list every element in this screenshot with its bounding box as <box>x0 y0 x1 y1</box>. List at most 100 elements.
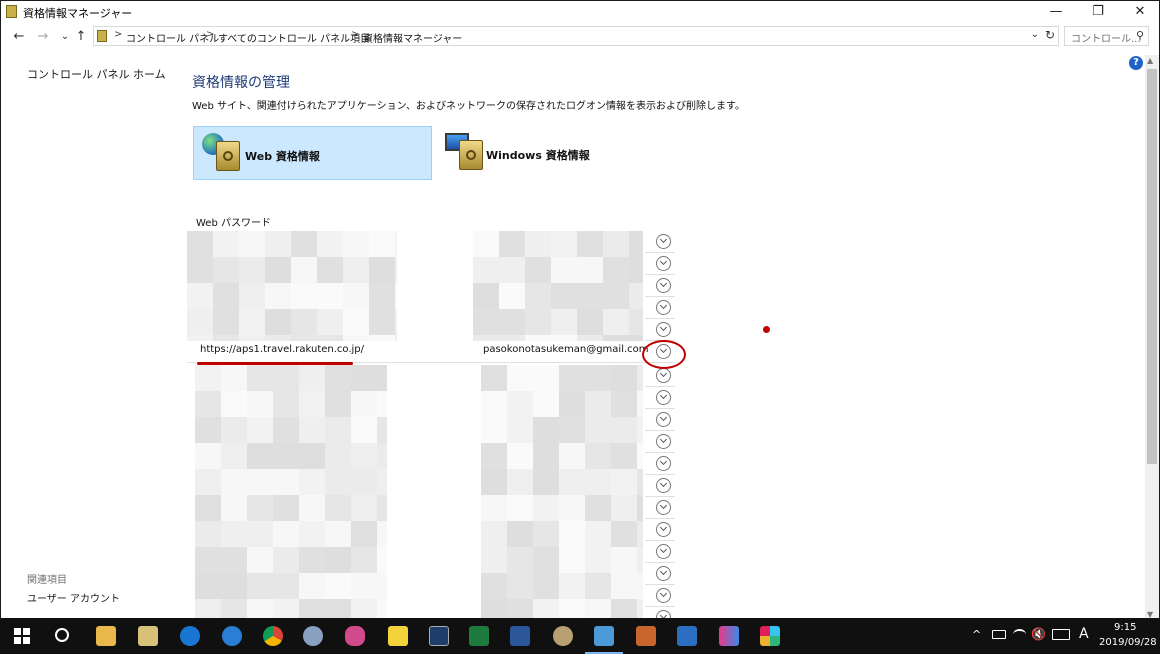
vertical-scrollbar[interactable]: ▲ ▼ <box>1145 55 1159 620</box>
clock-time[interactable]: 9:15 <box>1114 622 1136 633</box>
battery-icon[interactable] <box>992 630 1006 639</box>
toolbox-app-icon[interactable] <box>636 626 656 646</box>
tile-web-credentials[interactable]: Web 資格情報 <box>193 126 432 180</box>
word-icon[interactable] <box>510 626 530 646</box>
recent-locations-button[interactable]: ⌄ <box>57 28 73 46</box>
minimize-button[interactable]: — <box>1039 1 1073 23</box>
chrome-icon[interactable] <box>263 626 283 646</box>
keyboard-icon[interactable] <box>1052 629 1070 640</box>
credential-row[interactable] <box>187 519 675 541</box>
credential-row[interactable] <box>187 319 675 341</box>
section-title: Web パスワード <box>196 218 271 229</box>
web-vault-icon <box>216 141 240 171</box>
breadcrumb-separator: > <box>206 29 215 40</box>
credential-url: https://aps1.travel.rakuten.co.jp/ <box>200 344 365 355</box>
credential-row[interactable] <box>187 253 675 275</box>
slack-icon[interactable] <box>760 626 780 646</box>
expand-chevron-icon[interactable] <box>656 566 671 581</box>
expand-chevron-icon[interactable] <box>656 322 671 337</box>
breadcrumb-separator: > <box>114 29 123 40</box>
expand-chevron-icon[interactable] <box>656 412 671 427</box>
volume-icon[interactable]: 🔇 <box>1031 627 1046 641</box>
search-icon[interactable]: ⚲ <box>1136 29 1144 42</box>
web-password-list: https://aps1.travel.rakuten.co.jp/ pasok… <box>187 231 675 623</box>
credential-row[interactable] <box>187 563 675 585</box>
breadcrumb-separator: > <box>351 29 360 40</box>
taskbar: ^ 🔇 A 9:15 2019/09/28 <box>0 618 1160 654</box>
restore-button[interactable]: ❐ <box>1081 1 1115 23</box>
forward-button[interactable]: → <box>35 28 51 46</box>
credential-row[interactable] <box>187 297 675 319</box>
address-bar[interactable]: > コントロール パネル > すべてのコントロール パネル項目 > 資格情報マネ… <box>93 26 1059 46</box>
wifi-icon[interactable] <box>1013 629 1026 640</box>
credential-row[interactable] <box>187 585 675 607</box>
ime-indicator[interactable]: A <box>1079 626 1089 642</box>
breadcrumb-all-items[interactable]: すべてのコントロール パネル項目 <box>218 30 370 45</box>
scroll-up-icon[interactable]: ▲ <box>1147 56 1153 65</box>
up-button[interactable]: ↑ <box>73 28 89 46</box>
internet-explorer-icon[interactable] <box>222 626 242 646</box>
back-button[interactable]: ← <box>11 28 27 46</box>
expand-chevron-icon[interactable] <box>656 278 671 293</box>
windows-vault-icon <box>459 140 483 170</box>
credential-row-highlighted[interactable]: https://aps1.travel.rakuten.co.jp/ pasok… <box>187 341 675 363</box>
page-description: Web サイト、関連付けられたアプリケーション、およびネットワークの保存されたロ… <box>192 101 745 112</box>
annotation-underline <box>197 362 353 365</box>
credential-user: pasokonotasukeman@gmail.com <box>483 344 649 355</box>
annotation-dot <box>763 326 770 333</box>
windows-start-icon[interactable] <box>14 628 30 644</box>
expand-chevron-icon[interactable] <box>656 544 671 559</box>
mail-app-icon[interactable] <box>138 626 158 646</box>
title-bar: 資格情報マネージャー — ❐ ✕ <box>1 1 1159 23</box>
credential-row[interactable] <box>187 541 675 563</box>
expand-chevron-icon[interactable] <box>656 300 671 315</box>
tray-overflow-icon[interactable]: ^ <box>972 628 981 641</box>
search-box[interactable]: コントロール... ⚲ <box>1064 26 1149 46</box>
paint-app-icon[interactable] <box>345 626 365 646</box>
colorful-app-icon[interactable] <box>719 626 739 646</box>
file-explorer-icon[interactable] <box>96 626 116 646</box>
photo-app-icon[interactable] <box>553 626 573 646</box>
credential-row[interactable] <box>187 275 675 297</box>
calculator-app-icon[interactable] <box>429 626 449 646</box>
credential-row[interactable] <box>187 475 675 497</box>
tile-windows-credentials-label: Windows 資格情報 <box>486 149 590 162</box>
remote-desktop-icon[interactable] <box>677 626 697 646</box>
credential-row[interactable] <box>187 453 675 475</box>
clock-date[interactable]: 2019/09/28 <box>1099 637 1157 648</box>
credential-row[interactable] <box>187 497 675 519</box>
expand-chevron-icon[interactable] <box>656 456 671 471</box>
refresh-icon[interactable]: ↻ <box>1045 28 1055 42</box>
expand-chevron-icon[interactable] <box>656 434 671 449</box>
expand-chevron-icon[interactable] <box>656 588 671 603</box>
credential-manager-taskbar-icon[interactable] <box>594 626 614 646</box>
expand-chevron-icon[interactable] <box>656 522 671 537</box>
edge-icon[interactable] <box>180 626 200 646</box>
cortana-icon[interactable] <box>55 628 69 642</box>
credential-row[interactable] <box>187 365 675 387</box>
sidebar-home-link[interactable]: コントロール パネル ホーム <box>27 66 166 82</box>
credential-row[interactable] <box>187 409 675 431</box>
page-title: 資格情報の管理 <box>192 75 290 91</box>
expand-chevron-icon[interactable] <box>656 390 671 405</box>
annotation-circle <box>642 340 686 369</box>
expand-chevron-icon[interactable] <box>656 234 671 249</box>
tile-windows-credentials[interactable]: Windows 資格情報 <box>437 126 667 180</box>
credential-row[interactable] <box>187 431 675 453</box>
browser-app-icon[interactable] <box>303 626 323 646</box>
credential-manager-icon <box>6 5 17 18</box>
credential-row[interactable] <box>187 387 675 409</box>
help-icon[interactable]: ? <box>1129 56 1143 70</box>
expand-chevron-icon[interactable] <box>656 368 671 383</box>
expand-chevron-icon[interactable] <box>656 478 671 493</box>
scroll-thumb[interactable] <box>1147 69 1157 464</box>
expand-chevron-icon[interactable] <box>656 256 671 271</box>
sidebar-user-accounts-link[interactable]: ユーザー アカウント <box>27 590 120 605</box>
address-dropdown-icon[interactable]: ⌄ <box>1031 29 1039 40</box>
expand-chevron-icon[interactable] <box>656 500 671 515</box>
credential-row[interactable] <box>187 231 675 253</box>
close-button[interactable]: ✕ <box>1123 1 1157 23</box>
breadcrumb-credential-manager[interactable]: 資格情報マネージャー <box>363 30 462 45</box>
excel-icon[interactable] <box>469 626 489 646</box>
sticky-notes-icon[interactable] <box>388 626 408 646</box>
